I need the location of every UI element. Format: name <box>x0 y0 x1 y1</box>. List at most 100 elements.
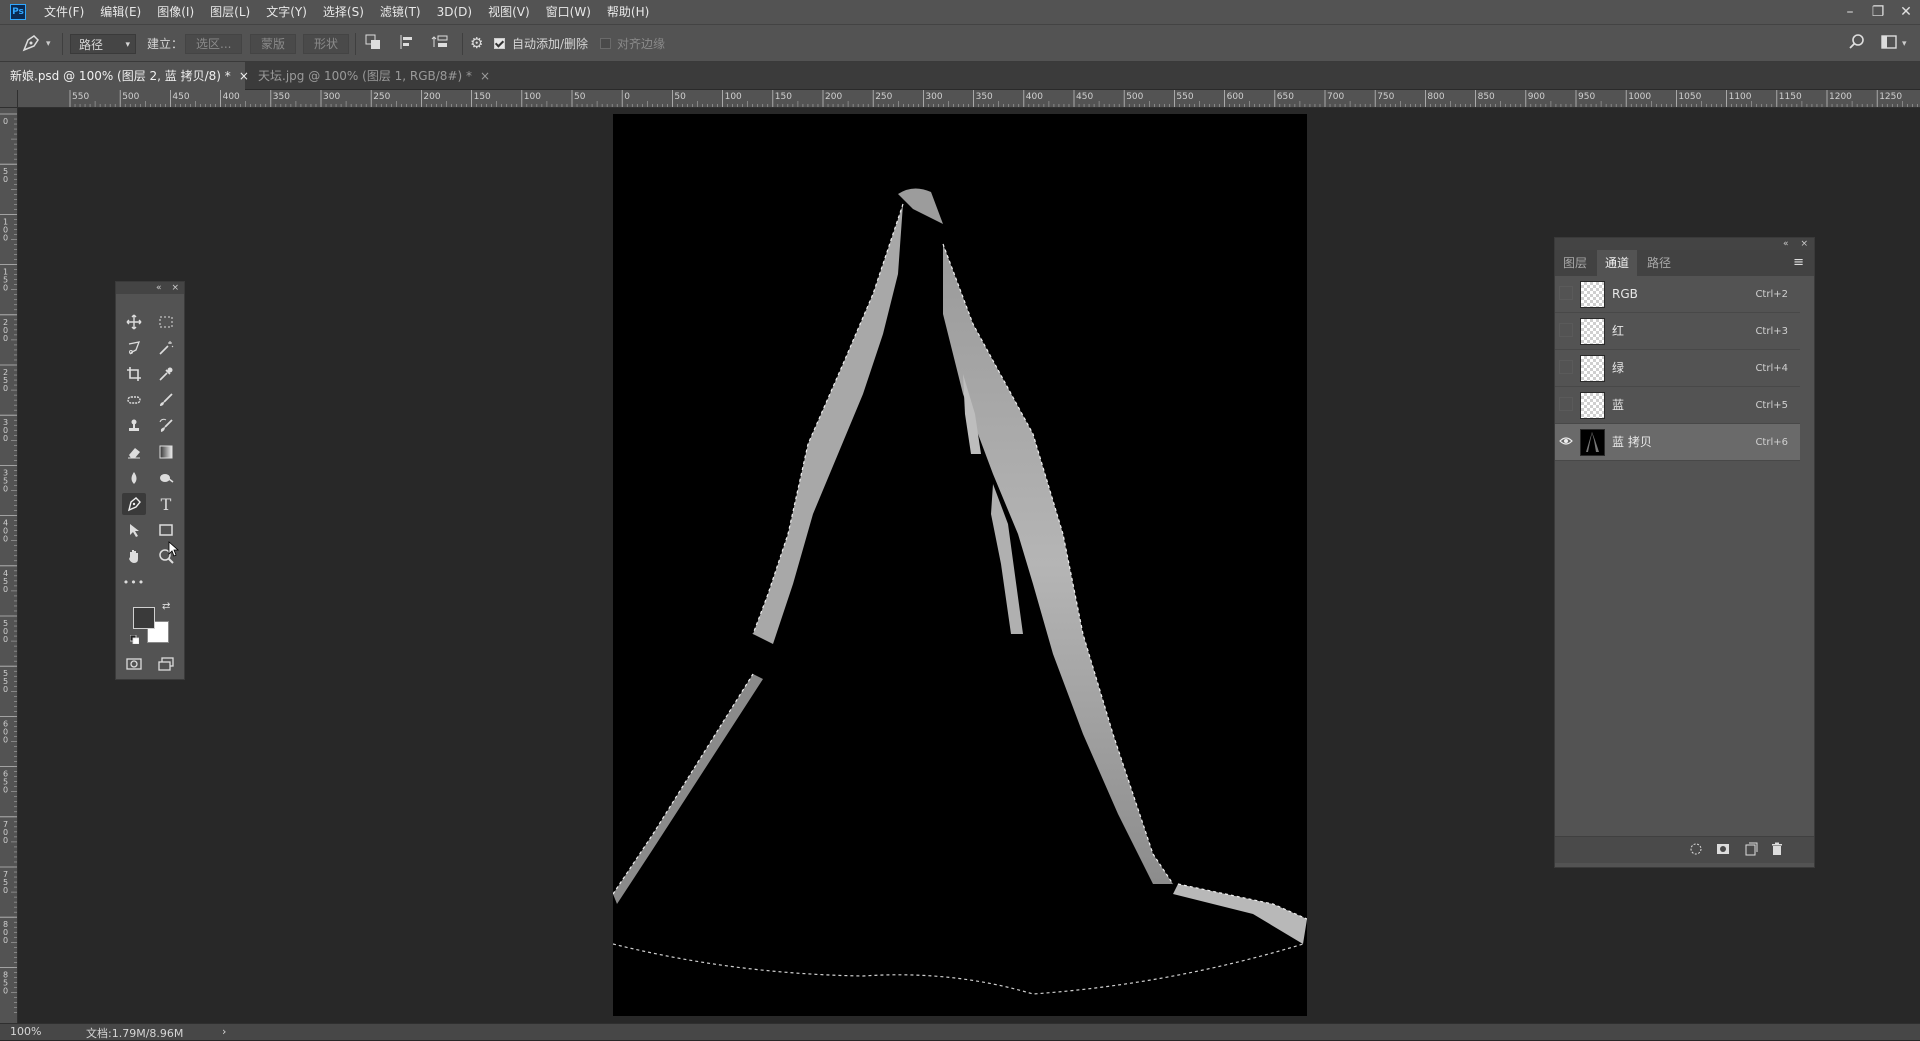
ruler-label: 0 <box>3 735 8 744</box>
panel-header[interactable]: « × <box>1555 238 1814 250</box>
mode-select[interactable]: 路径 ▾ <box>70 34 136 54</box>
channel-row-blue-copy[interactable]: 蓝 拷贝 Ctrl+6 <box>1555 424 1800 461</box>
tab-tiantan-jpg[interactable]: 天坛.jpg @ 100% (图层 1, RGB/8#) * × <box>248 62 490 90</box>
ruler-label: 600 <box>1227 92 1244 102</box>
delete-icon[interactable] <box>1769 842 1785 858</box>
channel-row-red[interactable]: 红 Ctrl+3 <box>1555 313 1800 350</box>
type-tool-icon[interactable]: T <box>154 493 178 515</box>
close-tab-icon[interactable]: × <box>480 69 490 83</box>
close-button[interactable]: ✕ <box>1892 0 1920 24</box>
foreground-color-swatch[interactable] <box>133 607 155 629</box>
mode-chevron-icon: ▾ <box>125 40 130 50</box>
ruler-origin[interactable] <box>0 90 18 108</box>
path-arrangement-icon[interactable] <box>430 33 450 53</box>
rectangle-tool-icon[interactable] <box>154 519 178 541</box>
edit-toolbar-icon[interactable]: ••• <box>122 571 146 593</box>
channel-name: 绿 <box>1612 361 1625 375</box>
magic-wand-tool-icon[interactable] <box>154 337 178 359</box>
channel-row-green[interactable]: 绿 Ctrl+4 <box>1555 350 1800 387</box>
screen-mode-icon[interactable] <box>154 653 178 675</box>
path-alignment-icon[interactable] <box>398 33 416 53</box>
horizontal-ruler[interactable]: 550 500 450 400 350 300 250 200 150 100 50 0 50 100 15… <box>18 90 1920 108</box>
crop-tool-icon[interactable] <box>122 363 146 385</box>
clone-stamp-tool-icon[interactable] <box>122 415 146 437</box>
menu-select[interactable]: 选择(S) <box>315 0 372 24</box>
default-colors-icon[interactable] <box>129 633 140 645</box>
marquee-tool-icon[interactable] <box>154 311 178 333</box>
search-icon[interactable] <box>1848 33 1866 53</box>
swap-colors-icon[interactable]: ⇄ <box>162 601 170 612</box>
auto-add-delete-checkbox[interactable] <box>494 38 505 49</box>
close-panel-icon[interactable]: × <box>171 283 179 293</box>
menu-layer[interactable]: 图层(L) <box>202 0 258 24</box>
selection-button[interactable]: 选区... <box>185 34 243 54</box>
ruler-label: 1050 <box>1678 92 1701 102</box>
visibility-toggle[interactable] <box>1559 323 1573 337</box>
menu-image[interactable]: 图像(I) <box>149 0 202 24</box>
collapse-icon[interactable]: « <box>1783 239 1789 249</box>
new-channel-icon[interactable] <box>1743 842 1759 858</box>
gear-icon[interactable]: ⚙ <box>470 33 483 53</box>
ruler-label: 350 <box>273 92 290 102</box>
quick-mask-icon[interactable] <box>122 653 146 675</box>
channel-row-rgb[interactable]: RGB Ctrl+2 <box>1555 276 1800 313</box>
visibility-toggle[interactable] <box>1559 360 1573 374</box>
minimize-button[interactable]: – <box>1836 0 1864 24</box>
lasso-tool-icon[interactable] <box>122 337 146 359</box>
workspace-chevron-icon[interactable]: ▾ <box>1902 34 1907 54</box>
tools-panel-header[interactable]: « × <box>116 282 184 294</box>
channel-row-blue[interactable]: 蓝 Ctrl+5 <box>1555 387 1800 424</box>
panel-menu-icon[interactable]: ≡ <box>1785 250 1812 276</box>
pen-tool-icon[interactable] <box>122 493 146 515</box>
shape-button[interactable]: 形状 <box>303 34 350 54</box>
menu-3d[interactable]: 3D(D) <box>429 0 480 24</box>
gradient-tool-icon[interactable] <box>154 441 178 463</box>
document-canvas[interactable] <box>613 114 1307 1016</box>
align-edges-checkbox[interactable] <box>600 38 611 49</box>
tab-channels[interactable]: 通道 <box>1597 250 1638 276</box>
eyedropper-tool-icon[interactable] <box>154 363 178 385</box>
visibility-toggle[interactable] <box>1559 397 1573 411</box>
hand-tool-icon[interactable] <box>122 545 146 567</box>
menu-view[interactable]: 视图(V) <box>480 0 538 24</box>
workspace-icon[interactable] <box>1880 33 1898 53</box>
channel-thumbnail <box>1580 281 1605 308</box>
brush-tool-icon[interactable] <box>154 389 178 411</box>
tab-layers[interactable]: 图层 <box>1555 250 1595 276</box>
move-tool-icon[interactable] <box>122 311 146 333</box>
tab-bride-psd[interactable]: 新娘.psd @ 100% (图层 2, 蓝 拷贝/8) * × <box>0 62 249 90</box>
photoshop-logo[interactable]: Ps <box>10 4 26 20</box>
restore-button[interactable]: ❐ <box>1864 0 1892 24</box>
menu-type[interactable]: 文字(Y) <box>258 0 315 24</box>
mask-button[interactable]: 蒙版 <box>250 34 297 54</box>
collapse-icon[interactable]: « <box>156 283 162 293</box>
eye-icon[interactable] <box>1559 434 1573 448</box>
tab-paths[interactable]: 路径 <box>1639 250 1679 276</box>
save-selection-icon[interactable] <box>1715 842 1731 858</box>
menu-file[interactable]: 文件(F) <box>36 0 92 24</box>
channels-panel-footer <box>1555 836 1814 863</box>
history-brush-tool-icon[interactable] <box>154 415 178 437</box>
blur-tool-icon[interactable] <box>122 467 146 489</box>
status-menu-arrow-icon[interactable]: › <box>222 1025 226 1038</box>
close-panel-icon[interactable]: × <box>1800 239 1808 249</box>
pen-icon[interactable] <box>20 32 42 52</box>
ruler-label: 0 <box>3 986 8 995</box>
zoom-level[interactable]: 100% <box>10 1025 41 1038</box>
path-operations-icon[interactable] <box>364 33 382 53</box>
tab-label: 天坛.jpg @ 100% (图层 1, RGB/8#) * <box>258 69 472 83</box>
menu-help[interactable]: 帮助(H) <box>599 0 657 24</box>
menu-edit[interactable]: 编辑(E) <box>92 0 149 24</box>
visibility-toggle[interactable] <box>1559 286 1573 300</box>
menu-window[interactable]: 窗口(W) <box>538 0 599 24</box>
dodge-tool-icon[interactable] <box>154 467 178 489</box>
eraser-tool-icon[interactable] <box>122 441 146 463</box>
healing-brush-tool-icon[interactable] <box>122 389 146 411</box>
menu-filter[interactable]: 滤镜(T) <box>372 0 429 24</box>
ruler-label: 850 <box>1478 92 1495 102</box>
path-selection-tool-icon[interactable] <box>122 519 146 541</box>
load-selection-icon[interactable] <box>1688 842 1704 858</box>
channel-name: 蓝 <box>1612 398 1625 412</box>
vertical-ruler[interactable]: 0501001502002503003504004505005506006507… <box>0 108 18 1023</box>
tool-preset-chevron-icon[interactable]: ▾ <box>46 34 51 54</box>
